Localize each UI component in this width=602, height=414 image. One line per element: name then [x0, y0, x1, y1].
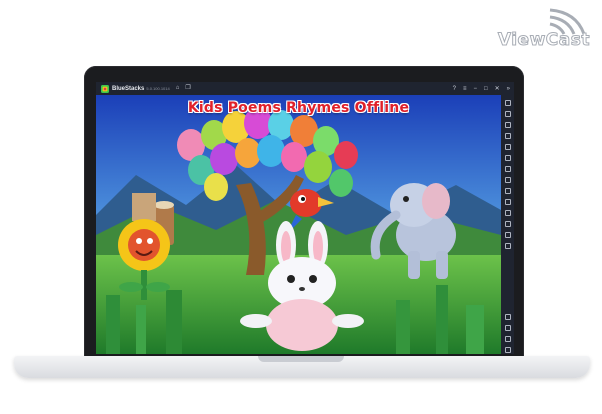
settings-icon[interactable]	[504, 314, 511, 320]
laptop-notch	[258, 356, 344, 362]
emulator-sidebar	[501, 95, 514, 354]
home-nav-icon[interactable]	[504, 336, 511, 342]
expand-icon[interactable]: »	[507, 86, 510, 92]
layers-icon[interactable]	[504, 221, 511, 227]
help-icon[interactable]: ?	[453, 86, 456, 92]
emulator-titlebar: BlueStacks 5.0.100.1014 ⌂ ❐ ? ≡ − □ ✕ »	[96, 82, 514, 95]
emulator-version: 5.0.100.1014	[146, 86, 170, 91]
watermark-text: ViewCast	[497, 30, 590, 51]
eco-mode-icon[interactable]	[504, 243, 511, 249]
menu-icon[interactable]: ≡	[463, 86, 467, 92]
game-title: Kids Poems Rhymes Offline	[187, 100, 410, 116]
screenshot-icon[interactable]	[504, 177, 511, 183]
emulator-title: BlueStacks	[112, 85, 145, 92]
macro-icon[interactable]	[504, 232, 511, 238]
location-icon[interactable]	[504, 210, 511, 216]
folder-icon[interactable]	[504, 188, 511, 194]
laptop-screen: BlueStacks 5.0.100.1014 ⌂ ❐ ? ≡ − □ ✕ »	[96, 82, 514, 354]
shake-icon[interactable]	[504, 199, 511, 205]
back-icon[interactable]	[504, 325, 511, 331]
install-apk-icon[interactable]	[504, 166, 511, 172]
game-artwork	[96, 95, 501, 354]
close-icon[interactable]: ✕	[495, 85, 500, 92]
sunflower-character	[118, 219, 170, 300]
video-icon[interactable]	[504, 133, 511, 139]
game-screen[interactable]: Kids Poems Rhymes Offline	[96, 95, 501, 354]
recents-icon[interactable]	[504, 347, 511, 353]
viewcast-watermark: ViewCast	[497, 6, 590, 51]
multi-instance-icon[interactable]: ❐	[185, 82, 190, 95]
window-controls: ? ≡ − □ ✕ »	[453, 82, 510, 95]
fullscreen-icon[interactable]	[504, 100, 511, 106]
volume-down-icon[interactable]	[504, 122, 511, 128]
home-icon[interactable]: ⌂	[176, 82, 180, 95]
volume-up-icon[interactable]	[504, 111, 511, 117]
keyboard-icon[interactable]	[504, 144, 511, 150]
bluestacks-logo-icon	[101, 84, 109, 93]
maximize-icon[interactable]: □	[484, 86, 488, 92]
rotate-icon[interactable]	[504, 155, 511, 161]
minimize-icon[interactable]: −	[473, 86, 477, 92]
